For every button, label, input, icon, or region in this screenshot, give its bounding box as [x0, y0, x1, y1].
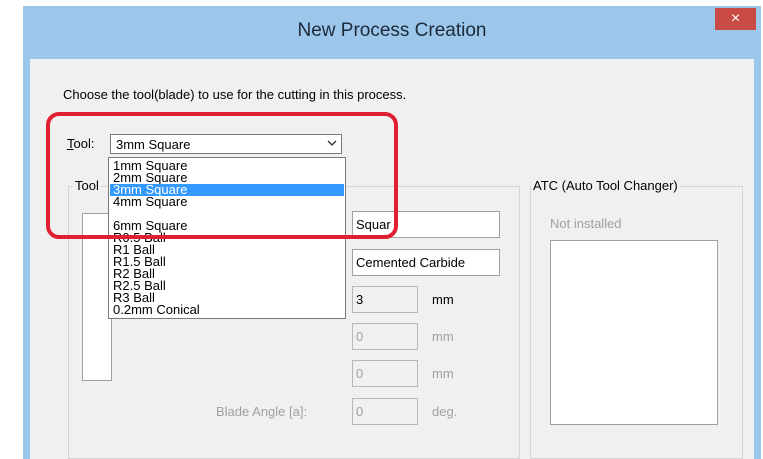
param2-field[interactable]: 0	[352, 323, 418, 350]
atc-group-title: ATC (Auto Tool Changer)	[531, 178, 680, 193]
atc-status: Not installed	[550, 216, 622, 231]
tool-selected-value: 3mm Square	[116, 137, 191, 152]
diameter-value: 3	[356, 292, 364, 307]
param2-value: 0	[356, 329, 364, 344]
diameter-field[interactable]: 3	[352, 286, 418, 313]
tool-combobox[interactable]: 3mm Square	[110, 134, 342, 154]
param3-unit: mm	[432, 366, 454, 381]
instruction-text: Choose the tool(blade) to use for the cu…	[63, 87, 407, 102]
tool-dropdown-list[interactable]: 1mm Square 2mm Square 3mm Square 4mm Square…	[108, 157, 346, 319]
param3-field[interactable]: 0	[352, 360, 418, 387]
shape-field[interactable]: Squar	[352, 211, 500, 238]
diameter-unit: mm	[432, 292, 454, 307]
material-field[interactable]: Cemented Carbide	[352, 249, 500, 276]
blade-angle-unit: deg.	[432, 404, 458, 419]
close-button[interactable]: ×	[715, 8, 756, 30]
tool-group-title: Tool	[73, 178, 101, 193]
atc-list[interactable]	[550, 240, 718, 425]
shape-value: Squar	[356, 217, 391, 232]
dialog-window: New Process Creation × Choose the tool(b…	[23, 6, 761, 459]
blade-angle-value: 0	[356, 404, 364, 419]
dialog-body: Choose the tool(blade) to use for the cu…	[30, 59, 754, 459]
param2-unit: mm	[432, 329, 454, 344]
tool-label: Tool:	[67, 136, 95, 151]
material-value: Cemented Carbide	[356, 255, 466, 270]
blade-angle-label: Blade Angle [a]:	[216, 404, 308, 419]
param3-value: 0	[356, 366, 364, 381]
close-icon: ×	[730, 10, 741, 27]
title-bar[interactable]: New Process Creation ×	[23, 6, 761, 59]
blade-angle-field[interactable]: 0	[352, 398, 418, 425]
chevron-down-icon[interactable]	[327, 136, 337, 153]
tool-option[interactable]: 0.2mm Conical	[113, 303, 200, 316]
tool-option[interactable]: 4mm Square	[113, 195, 187, 208]
window-title: New Process Creation	[297, 20, 487, 41]
